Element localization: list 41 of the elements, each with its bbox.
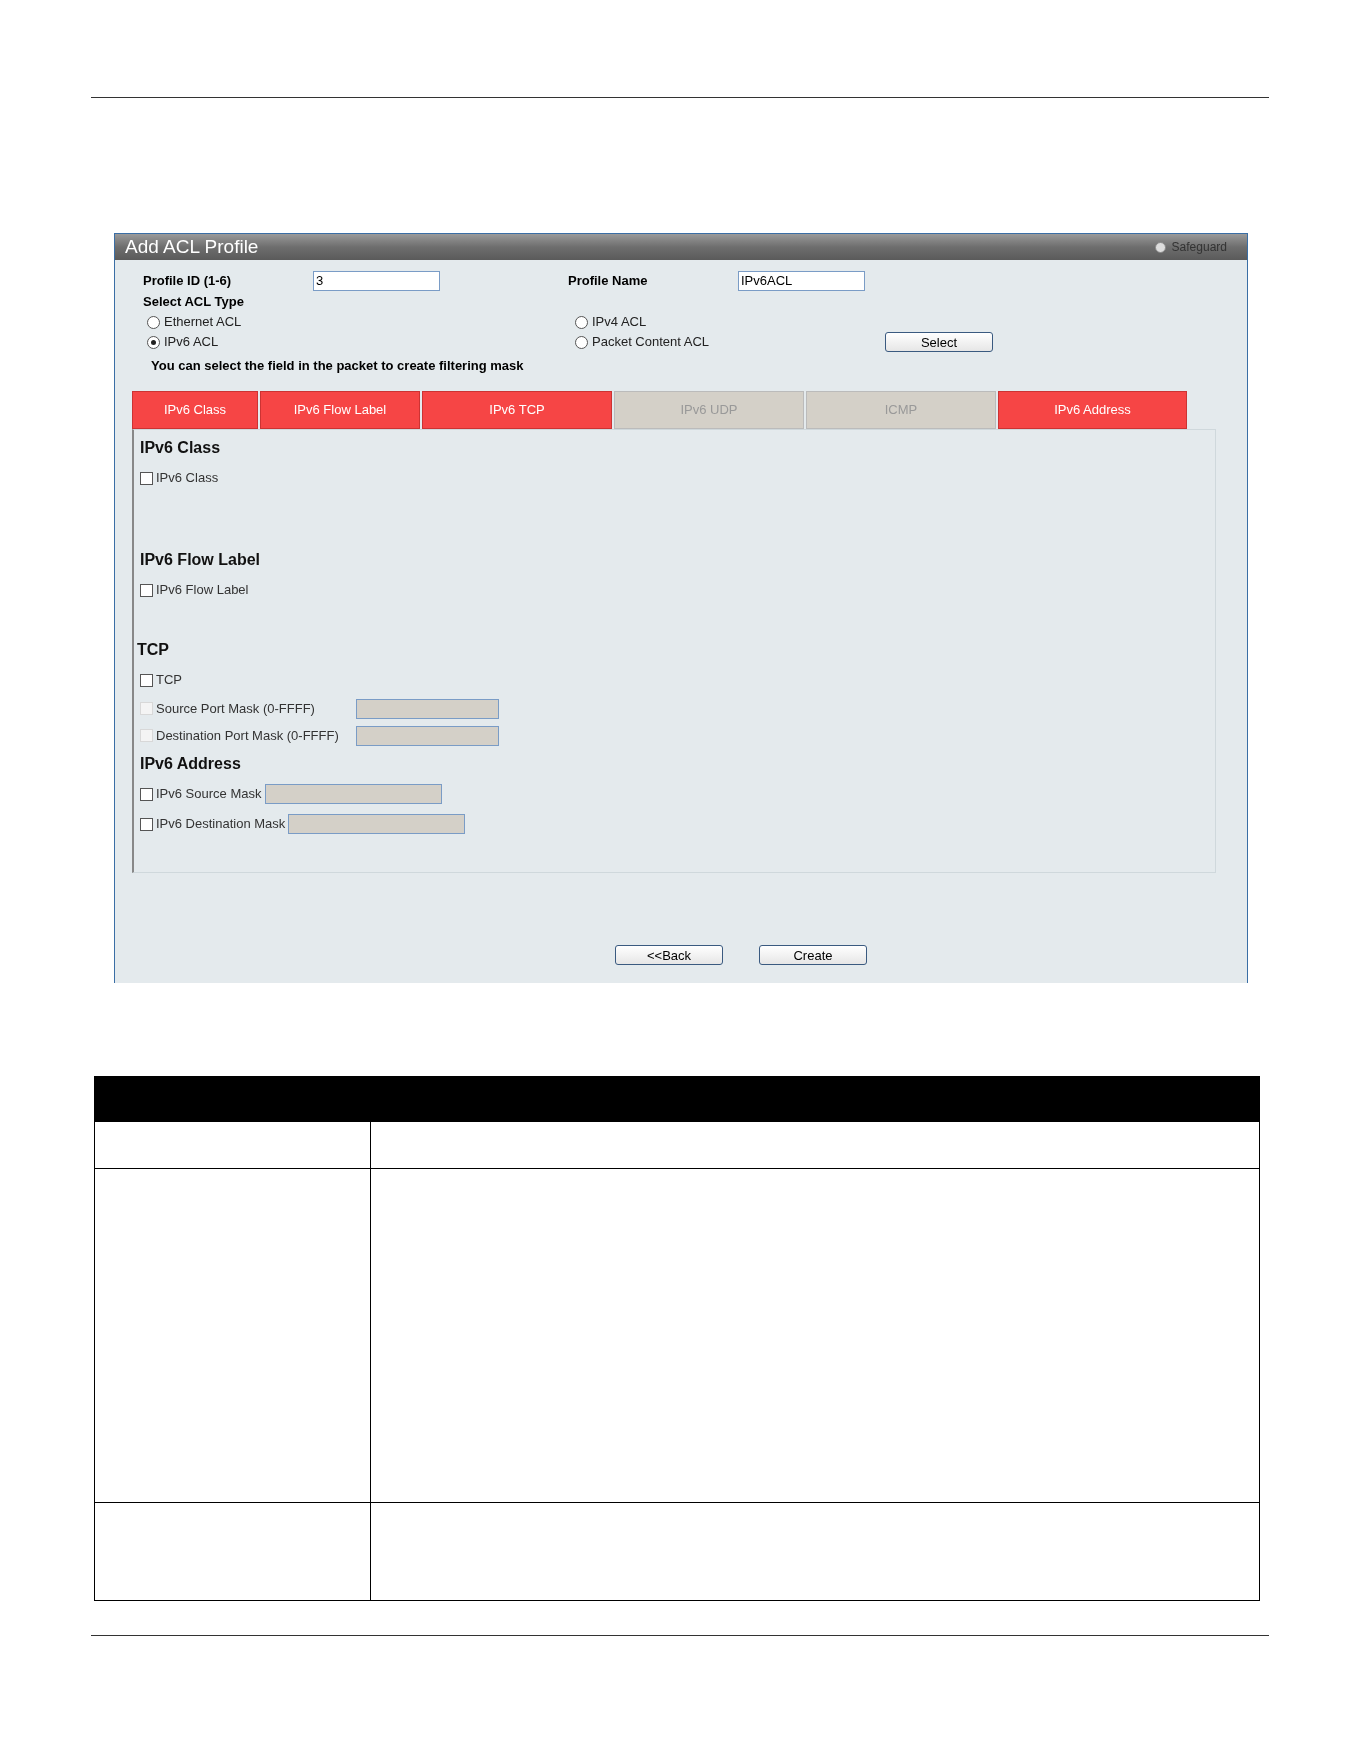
form-button[interactable]: <<Back	[615, 945, 723, 965]
section-heading: IPv6 Address	[140, 754, 241, 774]
field-label: Profile ID (1-6)	[143, 272, 233, 291]
field-label: Profile Name	[568, 272, 649, 291]
section-label: Select ACL Type	[143, 293, 244, 311]
radio-label: IPv4 ACL	[592, 313, 647, 332]
checkbox[interactable]	[140, 673, 153, 687]
radio-button[interactable]	[575, 335, 588, 349]
radio-label: Ethernet ACL	[164, 313, 242, 332]
checkbox-label: TCP	[156, 671, 182, 690]
checkbox[interactable]	[140, 787, 153, 801]
checkbox[interactable]	[140, 471, 153, 485]
checkbox-label: IPv6 Class	[156, 469, 219, 488]
hint-text: You can select the field in the packet to create filtering mask	[150, 357, 524, 375]
checkbox-label: Source Port Mask (0-FFFF)	[156, 699, 315, 718]
tab[interactable]: ICMP	[806, 391, 996, 429]
tab[interactable]: IPv6 UDP	[614, 391, 804, 429]
tab[interactable]: IPv6 Class	[132, 391, 258, 429]
section-heading: TCP	[137, 640, 169, 660]
radio-button[interactable]	[147, 315, 160, 329]
tab[interactable]: IPv6 Address	[998, 391, 1187, 429]
safeguard-label: Safeguard	[1171, 239, 1227, 256]
profile-id-field[interactable]: 3	[313, 271, 440, 291]
form-button[interactable]: Create	[759, 945, 867, 965]
radio-label: IPv6 ACL	[164, 333, 219, 352]
tab[interactable]: IPv6 Flow Label	[260, 391, 420, 429]
section-heading: IPv6 Flow Label	[140, 550, 261, 570]
section-heading: IPv6 Class	[140, 438, 221, 458]
checkbox[interactable]	[140, 817, 153, 831]
checkbox-label: Destination Port Mask (0-FFFF)	[156, 726, 339, 745]
window-title: Add ACL Profile	[125, 234, 259, 259]
select-button[interactable]: Select	[885, 332, 993, 352]
checkbox[interactable]	[140, 583, 153, 597]
tab[interactable]: IPv6 TCP	[422, 391, 612, 429]
checkbox-label: IPv6 Destination Mask	[156, 815, 286, 834]
checkbox-label: IPv6 Source Mask	[156, 785, 262, 804]
radio-button[interactable]	[147, 335, 160, 349]
radio-label: Packet Content ACL	[592, 333, 710, 352]
profile-name-field[interactable]: IPv6ACL	[738, 271, 865, 291]
checkbox-label: IPv6 Flow Label	[156, 581, 249, 600]
radio-button[interactable]	[575, 315, 588, 329]
